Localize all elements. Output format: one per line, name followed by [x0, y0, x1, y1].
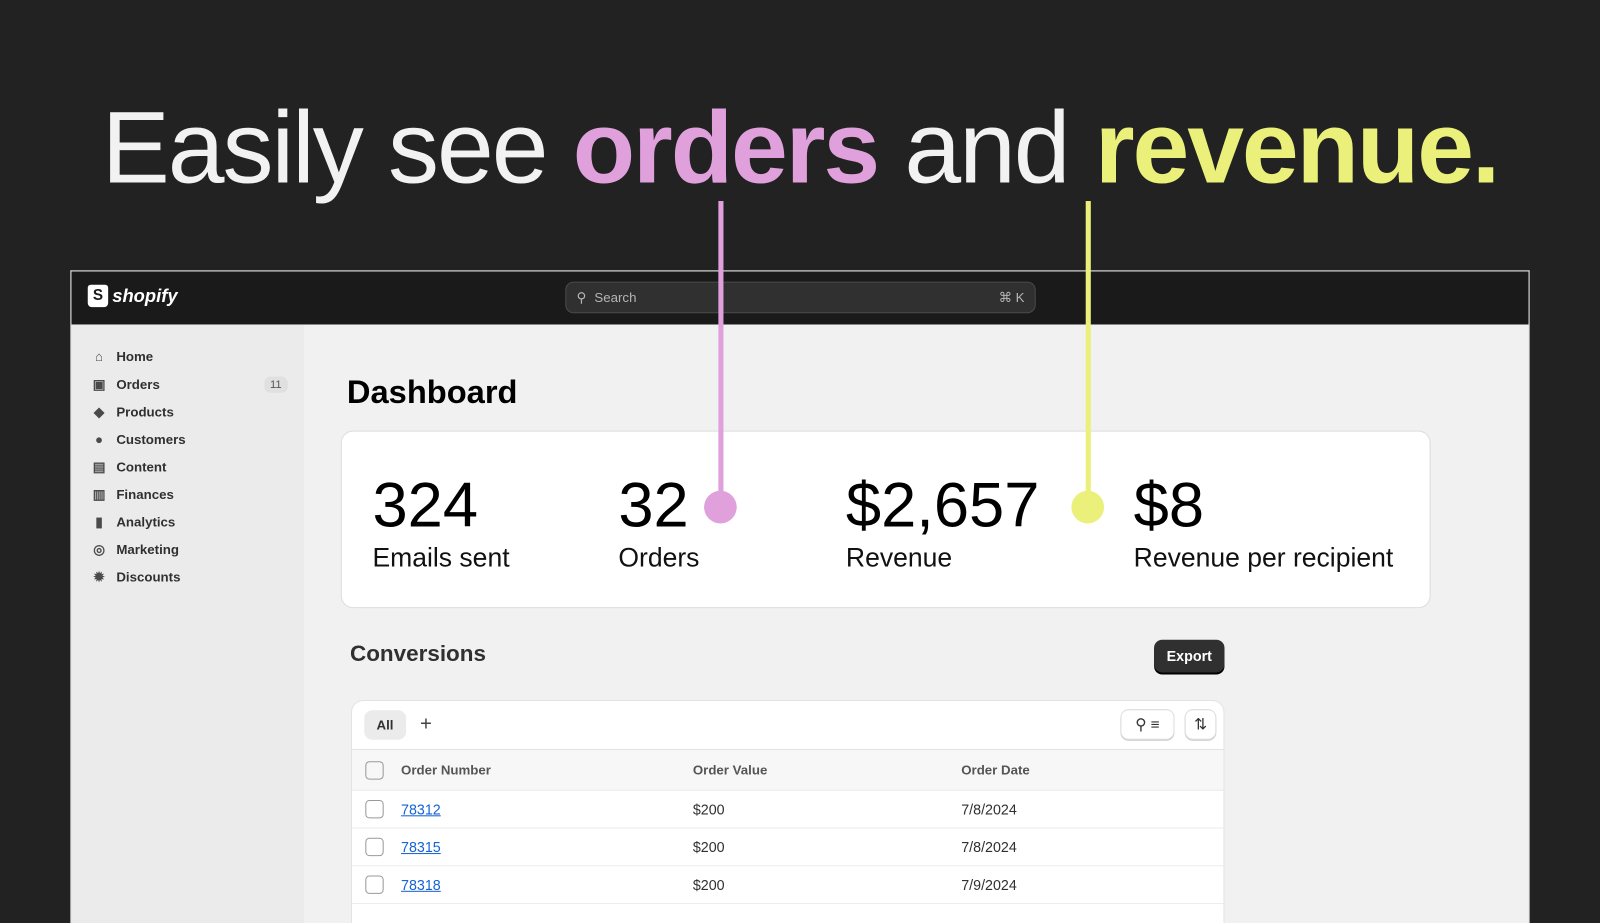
add-view-button[interactable]: + [420, 713, 432, 736]
order-link[interactable]: 78318 [401, 877, 441, 893]
order-date: 7/8/2024 [961, 801, 1017, 818]
stat-revenue: $2,657 Revenue [846, 472, 1040, 573]
image-icon: ▤ [92, 458, 106, 474]
logo-text: shopify [112, 285, 178, 306]
sidebar-item-orders[interactable]: ▣ Orders 11 [71, 370, 304, 398]
search-icon: ⚲ [576, 289, 587, 305]
orders-callout-dot [704, 490, 737, 524]
conversions-table: All + ⚲ ≡ ⇅ Order Number Order Value Ord… [351, 699, 1225, 923]
table-row: 78315 $200 7/8/2024 [352, 829, 1224, 867]
sidebar-item-discounts[interactable]: ✹ Discounts [71, 563, 304, 591]
sort-icon: ⇅ [1194, 716, 1207, 734]
table-row: 78318 $200 7/9/2024 [352, 866, 1224, 905]
page-title: Dashboard [346, 373, 518, 411]
search-placeholder: Search [594, 289, 637, 306]
column-header: Order Number [401, 762, 491, 778]
search-filter-button[interactable]: ⚲ ≡ [1120, 709, 1175, 740]
sidebar-item-content[interactable]: ▤ Content [71, 453, 304, 481]
search-icon: ⚲ [1135, 716, 1147, 734]
stats-card: 324 Emails sent 32 Orders $2,657 Revenue $8… [340, 430, 1431, 609]
headline-revenue: revenue. [1094, 90, 1500, 206]
order-link[interactable]: 78315 [401, 839, 441, 855]
export-button[interactable]: Export [1154, 639, 1225, 673]
section-title: Conversions [349, 640, 486, 667]
tab-all[interactable]: All [364, 710, 406, 740]
stat-revenue-per-recipient: $8 Revenue per recipient [1134, 472, 1394, 573]
sidebar-item-label: Content [116, 459, 167, 475]
order-date: 7/9/2024 [961, 876, 1017, 893]
search-shortcut: ⌘ K [998, 289, 1025, 305]
sidebar: ⌂ Home ▣ Orders 11 ◆ Products ● Customers ▤ Co… [71, 324, 305, 923]
sidebar-item-label: Marketing [116, 541, 179, 558]
sidebar-item-label: Analytics [116, 514, 176, 530]
stat-value: $2,657 [845, 470, 1040, 541]
stat-label: Revenue per recipient [1133, 541, 1394, 573]
order-value: $200 [692, 838, 725, 856]
revenue-callout-line [1085, 201, 1091, 508]
orders-callout-line [718, 201, 724, 508]
table-row: 78312 $200 7/8/2024 [352, 791, 1224, 829]
sidebar-item-label: Orders [116, 376, 160, 392]
stat-value: $8 [1133, 470, 1205, 541]
sidebar-item-finances[interactable]: ▥ Finances [71, 481, 304, 509]
shopify-logo[interactable]: Sshopify [87, 284, 178, 308]
orders-count-badge: 11 [263, 376, 288, 393]
sidebar-item-label: Customers [116, 431, 186, 447]
stat-value: 32 [618, 470, 689, 541]
tag-icon: ◆ [93, 403, 105, 419]
inbox-icon: ▣ [92, 376, 106, 392]
search-input[interactable]: ⚲ Search ⌘ K [565, 281, 1036, 314]
bar-chart-icon: ▮ [95, 513, 103, 530]
stat-emails-sent: 324 Emails sent [372, 472, 509, 573]
table-header: Order Number Order Value Order Date [352, 749, 1224, 791]
headline-orders: orders [572, 90, 880, 206]
sidebar-item-marketing[interactable]: ◎ Marketing [71, 536, 304, 564]
sidebar-item-label: Discounts [116, 569, 181, 585]
bank-icon: ▥ [92, 486, 106, 502]
order-value: $200 [692, 876, 725, 893]
person-icon: ● [94, 431, 103, 447]
table-tabs: All + [352, 701, 1224, 750]
shopify-window: Sshopify ⚲ Search ⌘ K ⌂ Home ▣ Orders 11 ◆ Pro… [70, 270, 1530, 923]
target-icon: ◎ [93, 541, 105, 557]
shopping-bag-icon: S [87, 284, 109, 308]
sort-button[interactable]: ⇅ [1184, 709, 1217, 740]
sidebar-item-products[interactable]: ◆ Products [71, 398, 304, 426]
row-checkbox[interactable] [365, 837, 384, 857]
main-content: Dashboard 324 Emails sent 32 Orders $2,657… [304, 324, 1528, 923]
column-header: Order Value [692, 762, 768, 778]
stat-label: Orders [618, 541, 700, 573]
sidebar-item-label: Products [116, 404, 174, 420]
stat-label: Revenue [845, 541, 953, 573]
sidebar-item-customers[interactable]: ● Customers [71, 426, 304, 454]
stat-label: Emails sent [372, 541, 510, 573]
top-bar: Sshopify ⚲ Search ⌘ K [71, 271, 1529, 325]
sidebar-item-label: Finances [116, 486, 174, 503]
stat-orders: 32 Orders [618, 472, 699, 573]
stat-value: 324 [372, 470, 479, 541]
row-checkbox[interactable] [365, 799, 384, 819]
headline-text: Easily see [101, 90, 573, 206]
order-link[interactable]: 78312 [401, 801, 441, 817]
discount-icon: ✹ [93, 568, 105, 585]
headline: Easily see orders and revenue. [0, 90, 1600, 207]
select-all-checkbox[interactable] [365, 760, 384, 780]
sidebar-item-home[interactable]: ⌂ Home [71, 343, 304, 371]
home-icon: ⌂ [94, 348, 103, 364]
column-header: Order Date [961, 762, 1030, 778]
order-date: 7/8/2024 [961, 838, 1017, 856]
revenue-callout-dot [1071, 490, 1105, 524]
row-checkbox[interactable] [365, 875, 384, 894]
headline-text: and [878, 90, 1095, 206]
filter-icon: ≡ [1150, 715, 1160, 734]
sidebar-item-label: Home [116, 348, 154, 365]
order-value: $200 [692, 801, 725, 818]
sidebar-item-analytics[interactable]: ▮ Analytics [71, 508, 304, 536]
